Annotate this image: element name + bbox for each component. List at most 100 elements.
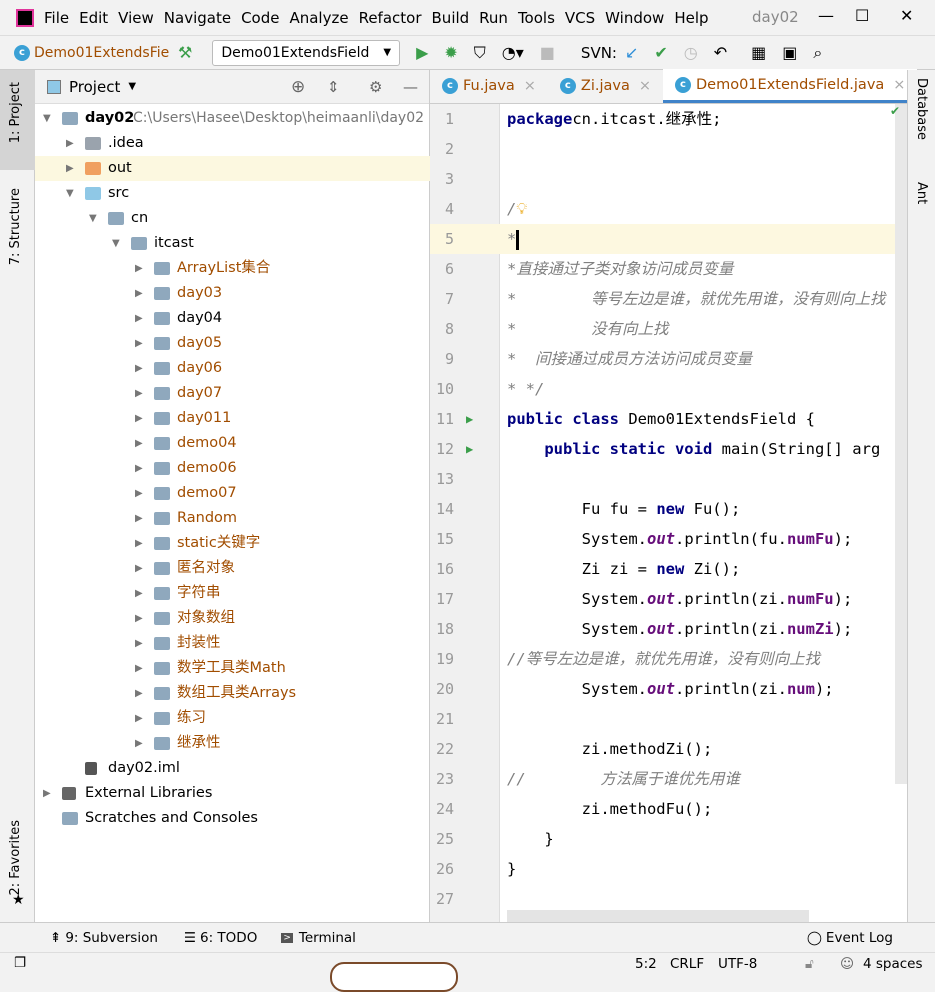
code-line[interactable]: 18 System.out.println(zi.numZi); xyxy=(430,614,907,644)
code-line[interactable]: 2 xyxy=(430,134,907,164)
line-separator[interactable]: CRLF xyxy=(670,956,704,972)
tree-item[interactable]: day02.iml xyxy=(35,756,430,781)
tree-item[interactable]: ▶ 匿名对象 xyxy=(35,556,430,581)
code-line[interactable]: 1 packagecn.itcast.继承性; xyxy=(430,104,907,134)
collapsed-arrow-icon[interactable]: ▶ xyxy=(135,531,143,556)
tree-item[interactable]: ▶ day06 xyxy=(35,356,430,381)
tree-item[interactable]: ▶ 封装性 xyxy=(35,631,430,656)
tree-item[interactable]: ▼ src xyxy=(35,181,430,206)
tree-item[interactable]: ▶ day05 xyxy=(35,331,430,356)
collapsed-arrow-icon[interactable]: ▶ xyxy=(135,606,143,631)
collapsed-arrow-icon[interactable]: ▶ xyxy=(135,356,143,381)
lightbulb-icon[interactable]: 💡︎ xyxy=(516,200,527,218)
inspector-icon[interactable]: ☺ xyxy=(840,956,854,972)
tree-item[interactable]: Scratches and Consoles xyxy=(35,806,430,831)
toggle-tool-windows-icon[interactable]: ❐ xyxy=(14,955,26,971)
stop-icon[interactable]: ■ xyxy=(540,43,555,62)
code-line[interactable]: 11 ▶ public class Demo01ExtendsField { xyxy=(430,404,907,434)
tree-item[interactable]: ▶ day04 xyxy=(35,306,430,331)
code-line[interactable]: 9 * 间接通过成员方法访问成员变量 xyxy=(430,344,907,374)
svn-update-icon[interactable]: ↙ xyxy=(625,43,638,62)
menu-analyze[interactable]: Analyze xyxy=(289,9,348,27)
build-hammer-icon[interactable]: ⚒ xyxy=(178,43,192,62)
menu-file[interactable]: File xyxy=(44,9,69,27)
close-button[interactable]: ✕ xyxy=(900,6,913,25)
svn-commit-icon[interactable]: ✔ xyxy=(654,43,667,62)
project-view-selector[interactable]: Project xyxy=(69,78,120,96)
tree-item[interactable]: ▶ day03 xyxy=(35,281,430,306)
tree-item[interactable]: ▶ demo04 xyxy=(35,431,430,456)
collapsed-arrow-icon[interactable]: ▶ xyxy=(135,731,143,756)
event-log-tab[interactable]: Event Log xyxy=(826,930,893,946)
collapsed-arrow-icon[interactable]: ▶ xyxy=(135,631,143,656)
menu-refactor[interactable]: Refactor xyxy=(359,9,422,27)
close-tab-icon[interactable]: × xyxy=(639,78,651,94)
tree-item[interactable]: ▶ 数组工具类Arrays xyxy=(35,681,430,706)
collapsed-arrow-icon[interactable]: ▶ xyxy=(135,406,143,431)
expanded-arrow-icon[interactable]: ▼ xyxy=(89,206,97,231)
editor-tab[interactable]: c Zi.java × xyxy=(548,69,663,103)
expanded-arrow-icon[interactable]: ▼ xyxy=(66,181,74,206)
locate-icon[interactable]: ⊕ xyxy=(291,77,305,97)
menu-edit[interactable]: Edit xyxy=(79,9,108,27)
tree-item[interactable]: ▶ day011 xyxy=(35,406,430,431)
collapsed-arrow-icon[interactable]: ▶ xyxy=(135,706,143,731)
code-line[interactable]: 3 xyxy=(430,164,907,194)
code-line[interactable]: 26} xyxy=(430,854,907,884)
code-line[interactable]: 13 xyxy=(430,464,907,494)
code-line[interactable]: 24 zi.methodFu(); xyxy=(430,794,907,824)
tree-item[interactable]: ▶ Random xyxy=(35,506,430,531)
indent-setting[interactable]: 4 spaces xyxy=(863,956,923,972)
code-line[interactable]: 6 *直接通过子类对象访问成员变量 xyxy=(430,254,907,284)
menu-build[interactable]: Build xyxy=(432,9,470,27)
subversion-tab[interactable]: 9: Subversion xyxy=(65,930,158,946)
project-structure-icon[interactable]: ▦ xyxy=(751,43,766,62)
close-tab-icon[interactable]: × xyxy=(524,78,536,94)
editor-tab[interactable]: c Fu.java × xyxy=(430,69,548,103)
tree-item[interactable]: ▶ out xyxy=(35,156,430,181)
menu-view[interactable]: View xyxy=(118,9,154,27)
code-line[interactable]: 17 System.out.println(zi.numFu); xyxy=(430,584,907,614)
vertical-scrollbar[interactable] xyxy=(895,104,907,784)
code-line[interactable]: 10 * */ xyxy=(430,374,907,404)
code-line[interactable]: 5 * xyxy=(430,224,907,254)
run-gutter-icon[interactable]: ▶ xyxy=(466,434,473,464)
lock-icon[interactable]: 🔓︎ xyxy=(805,956,814,972)
collapsed-arrow-icon[interactable]: ▶ xyxy=(135,581,143,606)
run-gutter-icon[interactable]: ▶ xyxy=(466,404,473,434)
collapsed-arrow-icon[interactable]: ▶ xyxy=(135,381,143,406)
tree-item[interactable]: ▶ 对象数组 xyxy=(35,606,430,631)
code-line[interactable]: 14 Fu fu = new Fu(); xyxy=(430,494,907,524)
editor-tab[interactable]: c Demo01ExtendsField.java × xyxy=(663,69,918,103)
maximize-button[interactable]: ☐ xyxy=(855,6,869,25)
code-line[interactable]: 19 //等号左边是谁，就优先用谁，没有则向上找 xyxy=(430,644,907,674)
collapsed-arrow-icon[interactable]: ▶ xyxy=(135,256,143,281)
collapsed-arrow-icon[interactable]: ▶ xyxy=(135,481,143,506)
collapsed-arrow-icon[interactable]: ▶ xyxy=(135,431,143,456)
favorites-tool-tab[interactable]: 2: Favorites xyxy=(8,820,23,896)
tree-item[interactable]: ▶ 字符串 xyxy=(35,581,430,606)
chevron-down-icon[interactable]: ▼ xyxy=(128,81,136,92)
tree-item[interactable]: ▶ 数学工具类Math xyxy=(35,656,430,681)
close-tab-icon[interactable]: × xyxy=(893,77,905,93)
ant-tool-tab[interactable]: Ant xyxy=(914,182,929,204)
tree-item[interactable]: ▶ 练习 xyxy=(35,706,430,731)
tree-item[interactable]: ▼ cn xyxy=(35,206,430,231)
collapsed-arrow-icon[interactable]: ▶ xyxy=(135,656,143,681)
structure-tool-tab[interactable]: 7: Structure xyxy=(8,188,23,265)
run-window-icon[interactable]: ▣ xyxy=(782,43,797,62)
search-icon[interactable]: ⌕ xyxy=(813,43,822,63)
code-line[interactable]: 4 /💡︎ xyxy=(430,194,907,224)
collapsed-arrow-icon[interactable]: ▶ xyxy=(135,456,143,481)
horizontal-scrollbar[interactable] xyxy=(507,910,809,922)
collapsed-arrow-icon[interactable]: ▶ xyxy=(66,131,74,156)
code-line[interactable]: 8 * 没有向上找 xyxy=(430,314,907,344)
breadcrumb[interactable]: Demo01ExtendsFiel xyxy=(34,45,170,61)
menu-help[interactable]: Help xyxy=(674,9,708,27)
tree-item[interactable]: ▶ demo07 xyxy=(35,481,430,506)
tree-item[interactable]: ▼ day02 C:\Users\Hasee\Desktop\heimaanli\d… xyxy=(35,106,430,131)
file-encoding[interactable]: UTF-8 xyxy=(718,956,757,972)
expanded-arrow-icon[interactable]: ▼ xyxy=(43,106,51,131)
code-line[interactable]: 23 // 方法属于谁优先用谁 xyxy=(430,764,907,794)
profile-icon[interactable]: ◔▾ xyxy=(502,43,524,62)
